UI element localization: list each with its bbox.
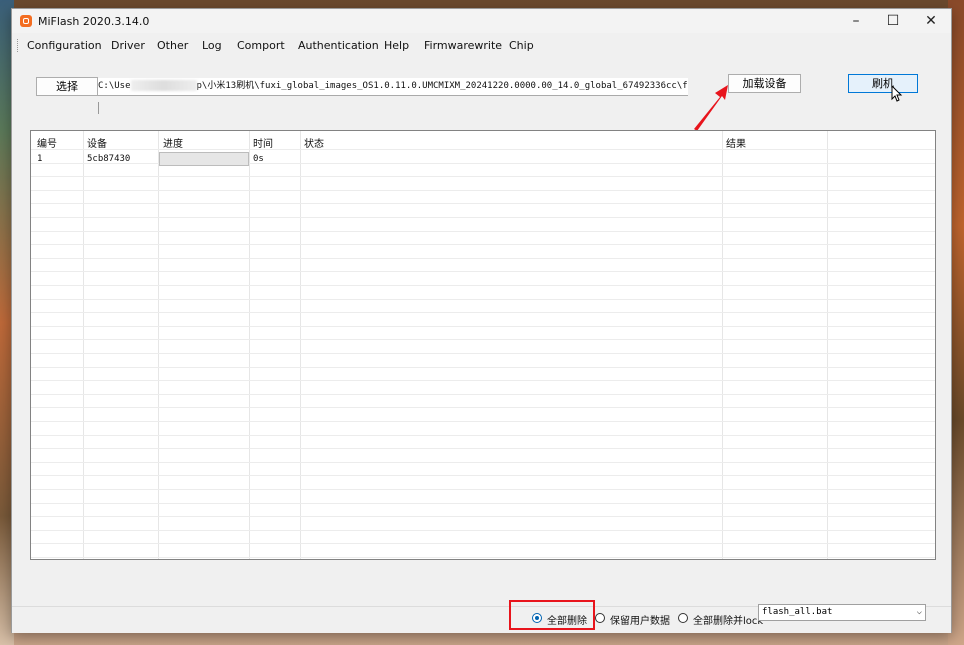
column-divider xyxy=(83,131,84,559)
miflash-app-icon xyxy=(20,15,32,27)
row-divider xyxy=(31,176,935,177)
row-divider xyxy=(31,557,935,558)
row-divider xyxy=(31,258,935,259)
miflash-window: MiFlash 2020.3.14.0 – ☐ ✕ Configuration … xyxy=(11,8,952,633)
device-table[interactable]: 编号 设备 进度 时间 状态 结果 1 5cb87430 0s xyxy=(30,130,936,560)
column-divider xyxy=(827,131,828,559)
red-arrow-annotation-icon xyxy=(694,85,728,131)
menu-configuration[interactable]: Configuration xyxy=(27,39,102,52)
row-divider xyxy=(31,516,935,517)
row-divider xyxy=(31,271,935,272)
header-status[interactable]: 状态 xyxy=(304,135,324,150)
row-divider xyxy=(31,339,935,340)
row-divider xyxy=(31,285,935,286)
row-divider xyxy=(31,448,935,449)
column-divider xyxy=(158,131,159,559)
row-divider xyxy=(31,394,935,395)
select-folder-button[interactable]: 选择 xyxy=(36,77,98,96)
column-divider xyxy=(249,131,250,559)
menu-authentication[interactable]: Authentication xyxy=(298,39,379,52)
table-header: 编号 设备 进度 时间 状态 结果 xyxy=(31,131,935,150)
mouse-pointer-icon xyxy=(891,84,903,106)
row-device: 5cb87430 xyxy=(87,154,131,164)
header-progress[interactable]: 进度 xyxy=(163,135,183,150)
menu-grip xyxy=(17,39,20,52)
minimize-button[interactable]: – xyxy=(837,9,875,33)
window-title: MiFlash 2020.3.14.0 xyxy=(38,15,150,28)
menu-log[interactable]: Log xyxy=(202,39,222,52)
load-devices-button[interactable]: 加载设备 xyxy=(728,74,801,93)
row-divider xyxy=(31,312,935,313)
row-divider xyxy=(31,231,935,232)
header-time[interactable]: 时间 xyxy=(253,135,273,150)
maximize-button[interactable]: ☐ xyxy=(874,9,912,33)
row-divider xyxy=(31,353,935,354)
rom-path-field[interactable]: C:\Use p\小米13刷机\fuxi_global_images_OS1.0.… xyxy=(98,78,688,96)
menu-other[interactable]: Other xyxy=(157,39,188,52)
menu-chip[interactable]: Chip xyxy=(509,39,534,52)
flash-script-select[interactable]: flash_all.bat ⌵ xyxy=(758,604,926,621)
row-divider xyxy=(31,149,935,150)
menu-help[interactable]: Help xyxy=(384,39,409,52)
close-button[interactable]: ✕ xyxy=(912,9,950,33)
row-id: 1 xyxy=(37,154,43,164)
redacted-path-segment xyxy=(130,80,197,91)
row-divider xyxy=(31,435,935,436)
row-divider xyxy=(31,326,935,327)
row-divider xyxy=(31,475,935,476)
menu-comport[interactable]: Comport xyxy=(237,39,285,52)
menu-firmwarewrite[interactable]: Firmwarewrite xyxy=(424,39,502,52)
row-progress-bar xyxy=(159,152,249,166)
row-divider xyxy=(31,299,935,300)
row-divider xyxy=(31,543,935,544)
row-divider xyxy=(31,530,935,531)
flash-script-value: flash_all.bat xyxy=(762,607,833,617)
header-id[interactable]: 编号 xyxy=(37,135,57,150)
row-divider xyxy=(31,380,935,381)
row-divider xyxy=(31,407,935,408)
column-divider xyxy=(300,131,301,559)
menu-bar: Configuration Driver Other Log Comport A… xyxy=(12,36,951,56)
title-bar[interactable]: MiFlash 2020.3.14.0 – ☐ ✕ xyxy=(12,9,951,33)
row-divider xyxy=(31,244,935,245)
option-clean-all-and-lock-label[interactable]: 全部删除并lock xyxy=(693,612,763,627)
row-divider xyxy=(31,503,935,504)
row-divider xyxy=(31,217,935,218)
header-result[interactable]: 结果 xyxy=(726,135,746,150)
row-divider xyxy=(31,421,935,422)
radio-save-user-data[interactable] xyxy=(595,613,605,623)
option-save-user-data-label[interactable]: 保留用户数据 xyxy=(610,612,670,627)
header-device[interactable]: 设备 xyxy=(87,135,107,150)
column-divider xyxy=(722,131,723,559)
row-divider xyxy=(31,203,935,204)
text-caret xyxy=(98,102,99,114)
red-highlight-box xyxy=(509,600,595,630)
row-divider xyxy=(31,367,935,368)
chevron-down-icon: ⌵ xyxy=(916,607,922,617)
radio-clean-all-and-lock[interactable] xyxy=(678,613,688,623)
row-time: 0s xyxy=(253,154,264,164)
menu-driver[interactable]: Driver xyxy=(111,39,145,52)
row-divider xyxy=(31,489,935,490)
flash-button[interactable]: 刷机 xyxy=(848,74,918,93)
row-divider xyxy=(31,190,935,191)
row-divider xyxy=(31,462,935,463)
